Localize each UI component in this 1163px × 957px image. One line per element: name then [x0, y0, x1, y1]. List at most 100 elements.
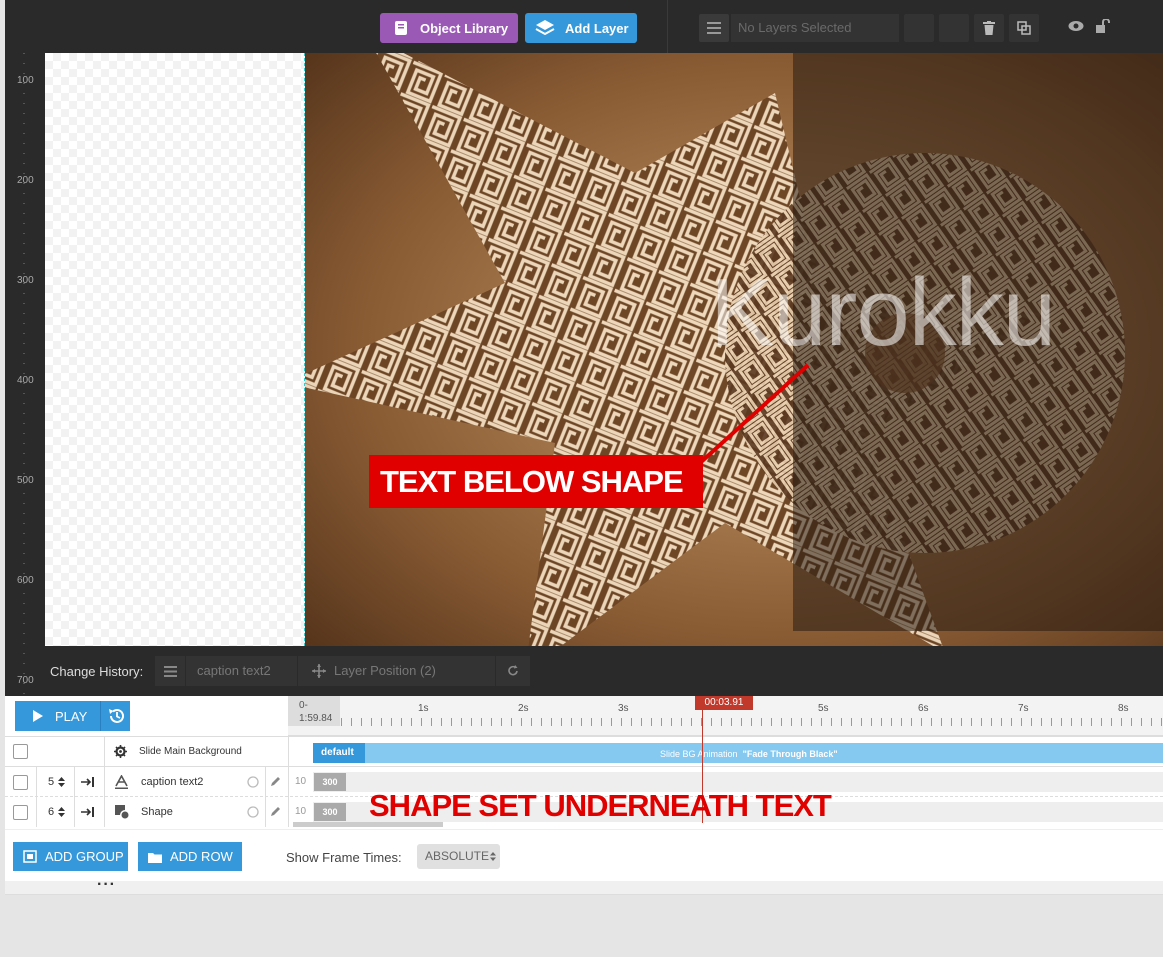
add-layer-label: Add Layer [565, 20, 629, 36]
add-group-button[interactable]: ADD GROUP [13, 842, 128, 871]
play-label: PLAY [55, 708, 88, 724]
layer-name[interactable]: Shape [141, 806, 173, 818]
refresh-icon [508, 665, 518, 676]
trash-icon [983, 21, 995, 35]
undo-history-button[interactable] [496, 656, 530, 686]
toolbar-divider [667, 0, 668, 53]
add-row-label: ADD ROW [170, 849, 233, 864]
layer-name[interactable]: caption text2 [141, 776, 203, 788]
row-checkbox[interactable] [13, 775, 28, 790]
resize-handle-icon[interactable]: ··· [97, 876, 116, 894]
play-icon [33, 710, 43, 722]
frame-times-value: ABSOLUTE [425, 849, 490, 863]
cell-separator [265, 797, 266, 827]
cell-separator [36, 797, 37, 827]
top-toolbar: Object Library Add Layer No Layers Selec… [5, 0, 1163, 53]
row-checkbox[interactable] [13, 805, 28, 820]
copy-style-button[interactable] [1009, 14, 1039, 42]
ruler-mark: 600 [17, 575, 34, 586]
main-background-label: Slide Main Background [139, 746, 242, 757]
cell-separator [36, 767, 37, 797]
duplicate-button[interactable] [939, 14, 969, 42]
layer-duration[interactable]: 300 [314, 773, 346, 791]
ruler-mark: 300 [17, 275, 34, 286]
history-icon [108, 708, 124, 723]
history-entry-caption[interactable]: caption text2 [186, 656, 297, 686]
edit-icon[interactable] [270, 806, 281, 817]
time-start-label: 0- 1:59.84 [288, 696, 340, 726]
change-history-label: Change History: [50, 664, 144, 679]
layer-start: 10 [295, 776, 307, 787]
bg-animation-prefix: Slide BG Animation [660, 749, 738, 759]
time-tick-label: 3s [618, 703, 629, 714]
timeline-footer: ADD GROUP ADD ROW Show Frame Times: ABSO… [5, 829, 1163, 881]
folder-icon [148, 852, 162, 863]
bg-animation-info: Slide BG Animation "Fade Through Black" [660, 749, 838, 759]
book-icon [395, 21, 407, 35]
layer-order[interactable]: 5 [48, 776, 54, 788]
ruler-mark: 200 [17, 175, 34, 186]
cell-separator [104, 767, 105, 797]
layer-order[interactable]: 6 [48, 806, 54, 818]
frame-times-label: Show Frame Times: [286, 850, 402, 865]
ruler-mark: 100 [17, 75, 34, 86]
annotation-text-below-shape: TEXT BELOW SHAPE [369, 455, 703, 508]
group-icon [23, 850, 37, 863]
sort-icon[interactable] [58, 807, 65, 817]
cell-separator [288, 767, 289, 797]
text-icon [115, 775, 128, 789]
copy-icon [1017, 21, 1031, 35]
time-tick-label: 5s [818, 703, 829, 714]
align-button[interactable] [904, 14, 934, 42]
playhead-time[interactable]: 00:03.91 [695, 696, 753, 710]
rewind-button[interactable] [100, 701, 130, 731]
annotation-arrow [698, 363, 810, 465]
annotation-shape-underneath: SHAPE SET UNDERNEATH TEXT [369, 788, 832, 823]
layers-icon [535, 20, 555, 36]
timeline-row-background: Slide Main Background default Slide BG A… [5, 736, 1163, 767]
row-checkbox[interactable] [13, 744, 28, 759]
time-tick-label: 6s [918, 703, 929, 714]
sort-icon[interactable] [58, 777, 65, 787]
time-tick-label: 1s [418, 703, 429, 714]
cell-separator [104, 737, 105, 767]
layer-menu-button[interactable] [699, 14, 729, 42]
visibility-toggle-icon[interactable] [247, 776, 259, 788]
footer-strip [5, 881, 1163, 895]
layers-selected-field[interactable]: No Layers Selected [731, 14, 899, 42]
history-entry-layer-position[interactable]: Layer Position (2) [298, 656, 495, 686]
time-tick-label: 7s [1018, 703, 1029, 714]
shape-icon [115, 805, 129, 819]
slide-canvas[interactable]: Kurokku TEXT BELOW SHAPE [45, 53, 1163, 646]
align-right-icon[interactable] [81, 807, 94, 817]
gear-icon [114, 745, 127, 758]
align-right-icon[interactable] [81, 777, 94, 787]
add-group-label: ADD GROUP [45, 849, 124, 864]
time-start-bottom: 1:59.84 [299, 713, 333, 724]
unlock-icon[interactable] [1095, 18, 1111, 37]
cell-separator [265, 767, 266, 797]
time-ticks [341, 718, 1163, 726]
visibility-toggle-icon[interactable] [247, 806, 259, 818]
add-layer-button[interactable]: Add Layer [525, 13, 637, 43]
layer-duration[interactable]: 300 [314, 803, 346, 821]
ruler-mark: 400 [17, 375, 34, 386]
object-library-label: Object Library [420, 20, 509, 36]
menu-icon [707, 22, 721, 34]
default-frame[interactable]: default [313, 743, 365, 763]
history-menu-button[interactable] [155, 656, 185, 686]
object-library-button[interactable]: Object Library [380, 13, 518, 43]
select-arrows-icon [490, 852, 496, 861]
eye-icon[interactable] [1068, 19, 1084, 36]
add-row-button[interactable]: ADD ROW [138, 842, 242, 871]
time-start-top: 0- [299, 700, 308, 711]
time-tick-label: 2s [518, 703, 529, 714]
delete-layer-button[interactable] [974, 14, 1004, 42]
layer-start: 10 [295, 806, 307, 817]
cell-separator [74, 767, 75, 797]
edit-icon[interactable] [270, 776, 281, 787]
cell-separator [288, 797, 289, 827]
play-button[interactable]: PLAY [15, 701, 100, 731]
cell-separator [74, 797, 75, 827]
frame-times-select[interactable]: ABSOLUTE [417, 844, 500, 869]
